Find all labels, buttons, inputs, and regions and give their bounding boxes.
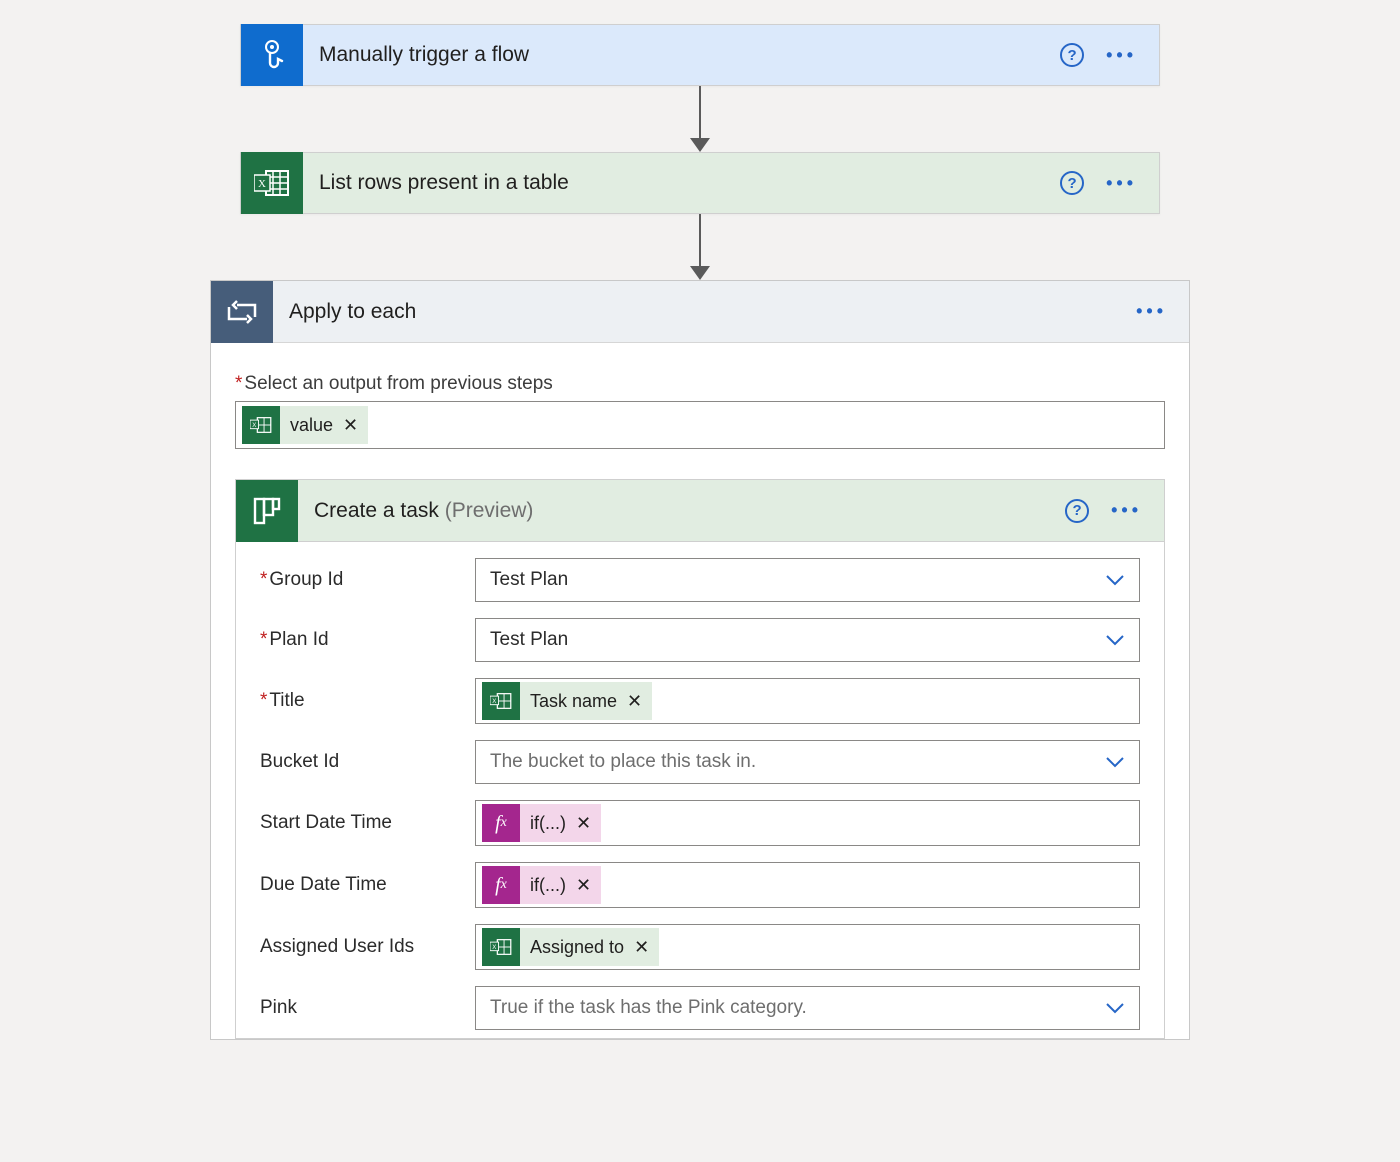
planner-icon bbox=[236, 480, 298, 542]
loop-icon bbox=[211, 281, 273, 343]
more-icon[interactable]: ••• bbox=[1136, 301, 1167, 322]
row-assigned: Assigned User Ids bbox=[236, 916, 1164, 978]
chevron-down-icon bbox=[1105, 1002, 1125, 1014]
remove-token-icon[interactable]: ✕ bbox=[343, 415, 368, 436]
excel-icon: X bbox=[482, 682, 520, 720]
trigger-tap-icon bbox=[241, 24, 303, 86]
excel-title: List rows present in a table bbox=[303, 171, 1060, 195]
select-output-input[interactable]: X value ✕ bbox=[235, 401, 1165, 449]
plan-id-select[interactable]: Test Plan bbox=[475, 618, 1140, 662]
step-apply-card: Apply to each ••• *Select an output from… bbox=[210, 280, 1190, 1040]
due-dt-input[interactable]: fx if(...) ✕ bbox=[475, 862, 1140, 908]
remove-token-icon[interactable]: ✕ bbox=[634, 937, 659, 958]
svg-text:X: X bbox=[492, 698, 496, 705]
row-due-dt: Due Date Time fx if(...) ✕ bbox=[236, 854, 1164, 916]
row-group-id: *Group Id Test Plan bbox=[236, 550, 1164, 610]
create-task-header[interactable]: Create a task (Preview) ? ••• bbox=[236, 480, 1164, 542]
pink-select[interactable]: True if the task has the Pink category. bbox=[475, 986, 1140, 1030]
row-start-dt: Start Date Time fx if(...) ✕ bbox=[236, 792, 1164, 854]
trigger-title: Manually trigger a flow bbox=[303, 43, 1060, 67]
step-trigger-card[interactable]: Manually trigger a flow ? ••• bbox=[240, 24, 1160, 86]
token-task-name[interactable]: X Task name ✕ bbox=[482, 682, 652, 720]
remove-token-icon[interactable]: ✕ bbox=[576, 875, 601, 896]
token-fx-due[interactable]: fx if(...) ✕ bbox=[482, 866, 601, 904]
more-icon[interactable]: ••• bbox=[1111, 500, 1142, 521]
connector-arrow bbox=[690, 86, 710, 152]
more-icon[interactable]: ••• bbox=[1106, 45, 1137, 66]
token-fx-start[interactable]: fx if(...) ✕ bbox=[482, 804, 601, 842]
assigned-input[interactable]: X Assigned to ✕ bbox=[475, 924, 1140, 970]
step-create-task-card: Create a task (Preview) ? ••• *Group Id … bbox=[235, 479, 1165, 1039]
connector-arrow bbox=[690, 214, 710, 280]
row-pink: Pink True if the task has the Pink categ… bbox=[236, 978, 1164, 1038]
chevron-down-icon bbox=[1105, 634, 1125, 646]
start-dt-input[interactable]: fx if(...) ✕ bbox=[475, 800, 1140, 846]
chevron-down-icon bbox=[1105, 574, 1125, 586]
token-value[interactable]: X value ✕ bbox=[242, 406, 368, 444]
help-icon[interactable]: ? bbox=[1065, 499, 1089, 523]
fx-icon: fx bbox=[482, 866, 520, 904]
excel-icon: X bbox=[241, 152, 303, 214]
select-output-label: *Select an output from previous steps bbox=[235, 373, 1165, 395]
row-bucket-id: Bucket Id The bucket to place this task … bbox=[236, 732, 1164, 792]
svg-text:X: X bbox=[258, 178, 266, 190]
row-title: *Title bbox=[236, 670, 1164, 732]
title-input[interactable]: X Task name ✕ bbox=[475, 678, 1140, 724]
row-plan-id: *Plan Id Test Plan bbox=[236, 610, 1164, 670]
more-icon[interactable]: ••• bbox=[1106, 173, 1137, 194]
excel-icon: X bbox=[242, 406, 280, 444]
excel-icon: X bbox=[482, 928, 520, 966]
token-assigned-to[interactable]: X Assigned to ✕ bbox=[482, 928, 659, 966]
help-icon[interactable]: ? bbox=[1060, 171, 1084, 195]
apply-title: Apply to each bbox=[273, 300, 1136, 324]
create-title: Create a task (Preview) bbox=[298, 499, 1065, 523]
step-excel-card[interactable]: X List rows present in a table ? ••• bbox=[240, 152, 1160, 214]
fx-icon: fx bbox=[482, 804, 520, 842]
svg-text:X: X bbox=[492, 944, 496, 951]
svg-text:X: X bbox=[252, 422, 256, 429]
chevron-down-icon bbox=[1105, 756, 1125, 768]
remove-token-icon[interactable]: ✕ bbox=[627, 691, 652, 712]
remove-token-icon[interactable]: ✕ bbox=[576, 813, 601, 834]
apply-header[interactable]: Apply to each ••• bbox=[211, 281, 1189, 343]
bucket-select[interactable]: The bucket to place this task in. bbox=[475, 740, 1140, 784]
group-id-select[interactable]: Test Plan bbox=[475, 558, 1140, 602]
help-icon[interactable]: ? bbox=[1060, 43, 1084, 67]
